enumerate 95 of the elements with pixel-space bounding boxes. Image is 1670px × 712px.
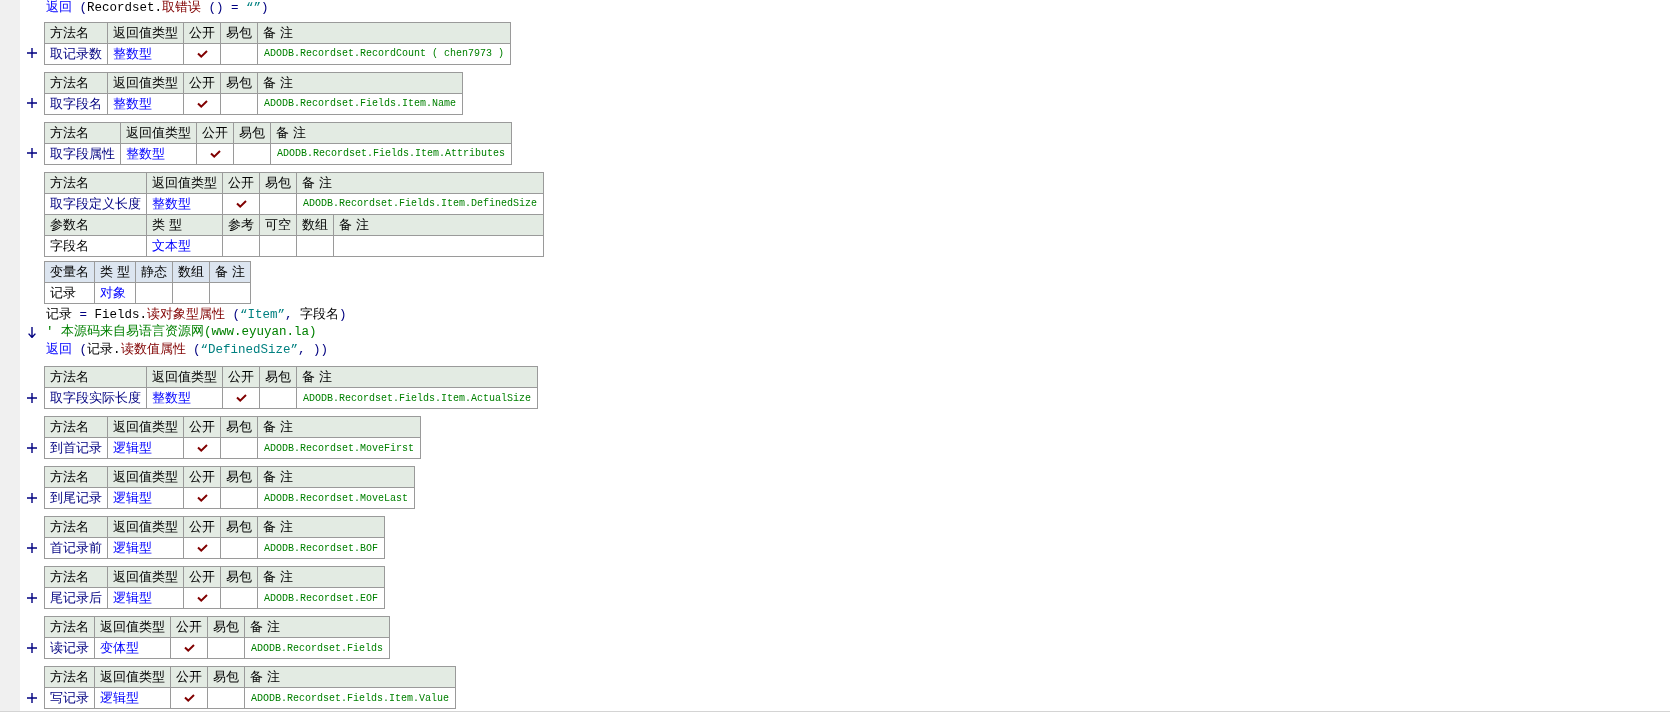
expand-plus-icon[interactable]	[27, 542, 37, 553]
column-header: 备 注	[257, 416, 421, 438]
code-line: 返回 (记录.读数值属性 (“DefinedSize”, ))	[45, 341, 329, 359]
expand-plus-icon[interactable]	[27, 592, 37, 603]
column-header: 方法名	[44, 566, 108, 588]
expand-plus-icon[interactable]	[27, 642, 37, 653]
method-name-cell: 首记录前	[44, 537, 108, 559]
code-line: ' 本源码来自易语言资源网(www.eyuyan.la)	[45, 324, 317, 341]
column-header: 备 注	[333, 214, 544, 235]
column-header: 易包	[220, 516, 258, 538]
column-header: 易包	[259, 172, 297, 193]
column-header: 易包	[207, 616, 245, 638]
code-line: 返回 (Recordset.取错误 () = “”)	[45, 0, 269, 17]
method-name-cell: 到尾记录	[44, 487, 108, 509]
column-header: 备 注	[296, 366, 538, 388]
variable-name-cell: 记录	[44, 282, 95, 303]
column-header: 方法名	[44, 72, 108, 93]
column-header: 返回值类型	[120, 122, 197, 143]
method-name-cell: 取字段属性	[44, 143, 121, 164]
column-header: 静态	[135, 261, 173, 282]
column-header: 备 注	[257, 516, 385, 538]
method-name-cell: 尾记录后	[44, 587, 108, 609]
column-header: 方法名	[44, 516, 108, 538]
column-header: 备 注	[209, 261, 251, 282]
code-line: 记录 = Fields.读对象型属性 (“Item”, 字段名)	[45, 306, 347, 324]
column-header: 易包	[233, 122, 271, 143]
method-name-cell: 写记录	[44, 687, 95, 709]
method-name-cell: 取字段定义长度	[44, 193, 147, 214]
remark-cell: ADODB.Recordset.Fields.Item.DefinedSize	[296, 193, 544, 214]
column-header: 参数名	[44, 214, 147, 235]
column-header: 备 注	[257, 72, 463, 93]
column-header: 返回值类型	[107, 416, 184, 438]
column-header: 易包	[207, 666, 245, 688]
column-header: 易包	[220, 72, 258, 93]
column-header: 类 型	[94, 261, 136, 282]
column-header: 备 注	[244, 616, 390, 638]
column-header: 返回值类型	[94, 666, 171, 688]
column-header: 方法名	[44, 366, 147, 388]
expand-plus-icon[interactable]	[27, 48, 37, 58]
column-header: 公开	[170, 616, 208, 638]
column-header: 公开	[183, 416, 221, 438]
column-header: 公开	[222, 172, 260, 193]
remark-cell: ADODB.Recordset.RecordCount ( chen7973 )	[257, 43, 511, 64]
column-header: 方法名	[44, 122, 121, 143]
column-header: 方法名	[44, 616, 95, 638]
column-header: 易包	[220, 22, 258, 43]
column-header: 返回值类型	[146, 172, 223, 193]
column-header: 易包	[259, 366, 297, 388]
column-header: 方法名	[44, 172, 147, 193]
column-header: 公开	[196, 122, 234, 143]
column-header: 易包	[220, 566, 258, 588]
column-header: 公开	[170, 666, 208, 688]
column-header: 方法名	[44, 466, 108, 488]
column-header: 备 注	[244, 666, 456, 688]
method-name-cell: 到首记录	[44, 437, 108, 459]
column-header: 公开	[183, 516, 221, 538]
column-header: 备 注	[270, 122, 512, 143]
column-header: 返回值类型	[107, 516, 184, 538]
remark-cell: ADODB.Recordset.Fields.Item.Name	[257, 93, 463, 114]
param-name-cell: 字段名	[44, 235, 147, 256]
remark-cell: ADODB.Recordset.Fields.Item.ActualSize	[296, 387, 538, 409]
remark-cell: ADODB.Recordset.Fields.Item.Attributes	[270, 143, 512, 164]
column-header: 变量名	[44, 261, 95, 282]
column-header: 返回值类型	[107, 566, 184, 588]
column-header: 返回值类型	[107, 466, 184, 488]
expand-plus-icon[interactable]	[27, 148, 37, 158]
method-name-cell: 取字段名	[44, 93, 108, 114]
method-name-cell: 读记录	[44, 637, 95, 659]
column-header: 公开	[183, 22, 221, 43]
column-header: 公开	[222, 366, 260, 388]
column-header: 数组	[172, 261, 210, 282]
column-header: 返回值类型	[107, 72, 184, 93]
column-header: 返回值类型	[146, 366, 223, 388]
column-header: 方法名	[44, 22, 108, 43]
column-header: 返回值类型	[94, 616, 171, 638]
column-header: 方法名	[44, 416, 108, 438]
remark-cell: ADODB.Recordset.Fields.Item.Value	[244, 687, 456, 709]
column-header: 方法名	[44, 666, 95, 688]
column-header: 易包	[220, 466, 258, 488]
expand-plus-icon[interactable]	[27, 98, 37, 108]
column-header: 公开	[183, 566, 221, 588]
column-header: 备 注	[296, 172, 544, 193]
expand-plus-icon[interactable]	[27, 442, 37, 453]
method-name-cell: 取字段实际长度	[44, 387, 147, 409]
expand-plus-icon[interactable]	[27, 492, 37, 503]
expand-plus-icon[interactable]	[27, 392, 37, 403]
column-header: 返回值类型	[107, 22, 184, 43]
column-header: 备 注	[257, 566, 385, 588]
column-header: 备 注	[257, 466, 415, 488]
column-header: 公开	[183, 72, 221, 93]
column-header: 备 注	[257, 22, 511, 43]
column-header: 易包	[220, 416, 258, 438]
expand-plus-icon[interactable]	[27, 692, 37, 703]
column-header: 公开	[183, 466, 221, 488]
method-name-cell: 取记录数	[44, 43, 108, 64]
